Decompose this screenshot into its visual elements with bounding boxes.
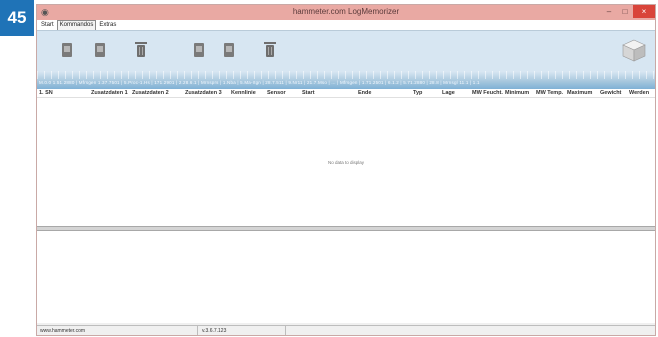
column-header[interactable]: Zusatzdaten 1 <box>91 90 128 96</box>
column-header[interactable]: Start <box>302 90 315 96</box>
column-header[interactable]: Lage <box>442 90 455 96</box>
grid-header: 1. SN Zusatzdaten 1 Zusatzdaten 2 Zusatz… <box>37 89 655 98</box>
column-header[interactable]: Zusatzdaten 2 <box>132 90 169 96</box>
status-bar: www.hammeter.com v.3.6.7.123 <box>37 325 655 335</box>
data-grid[interactable]: No data to display <box>37 98 655 226</box>
step-number-badge: 45 <box>0 0 34 36</box>
device-read-icon[interactable] <box>192 42 206 58</box>
menu-tab-extras[interactable]: Extras <box>96 20 119 30</box>
app-window: ◉ hammeter.com LogMemorizer – □ × Start … <box>36 4 656 336</box>
maximize-button[interactable]: □ <box>617 5 633 18</box>
scale-ruler <box>37 71 655 79</box>
scale-labels: M.0.0 1.51.2880 | Mfrsgen 1.37.7501 | 5.… <box>39 80 480 85</box>
column-header[interactable]: Ende <box>358 90 371 96</box>
close-button[interactable]: × <box>633 5 655 18</box>
ribbon-toolbar <box>37 30 655 71</box>
column-header[interactable]: Sensor <box>267 90 286 96</box>
column-header[interactable]: Kennlinie <box>231 90 256 96</box>
device-write-icon[interactable] <box>222 42 236 58</box>
column-header[interactable]: MW Temp. <box>536 90 563 96</box>
column-header[interactable]: Minimum <box>505 90 529 96</box>
empty-grid-message: No data to display <box>327 160 365 165</box>
delete-icon[interactable] <box>263 42 277 58</box>
window-title: hammeter.com LogMemorizer <box>292 7 400 16</box>
device-write-icon[interactable] <box>93 42 107 58</box>
status-separator <box>197 326 198 335</box>
title-bar: ◉ hammeter.com LogMemorizer – □ × <box>37 5 655 20</box>
device-read-icon[interactable] <box>60 42 74 58</box>
column-header[interactable]: Gewicht <box>600 90 621 96</box>
menu-tab-start[interactable]: Start <box>38 20 57 30</box>
cube-3d-icon[interactable] <box>621 37 647 63</box>
window-controls: – □ × <box>601 5 655 20</box>
column-header[interactable]: 1. SN <box>39 90 53 96</box>
status-separator <box>285 326 286 335</box>
minimize-button[interactable]: – <box>601 5 617 18</box>
status-version: v.3.6.7.123 <box>202 328 227 334</box>
status-url: www.hammeter.com <box>40 328 86 334</box>
column-header[interactable]: Typ <box>413 90 422 96</box>
menu-tab-kommandos[interactable]: Kommandos <box>56 20 97 30</box>
column-header[interactable]: Werden <box>629 90 649 96</box>
column-header[interactable]: MW Feucht. <box>472 90 503 96</box>
delete-icon[interactable] <box>134 42 148 58</box>
menu-bar: Start Kommandos Extras <box>37 20 655 30</box>
detail-panel[interactable] <box>37 231 655 323</box>
column-header[interactable]: Maximum <box>567 90 592 96</box>
column-header[interactable]: Zusatzdaten 3 <box>185 90 222 96</box>
scale-bar: M.0.0 1.51.2880 | Mfrsgen 1.37.7501 | 5.… <box>37 71 655 89</box>
